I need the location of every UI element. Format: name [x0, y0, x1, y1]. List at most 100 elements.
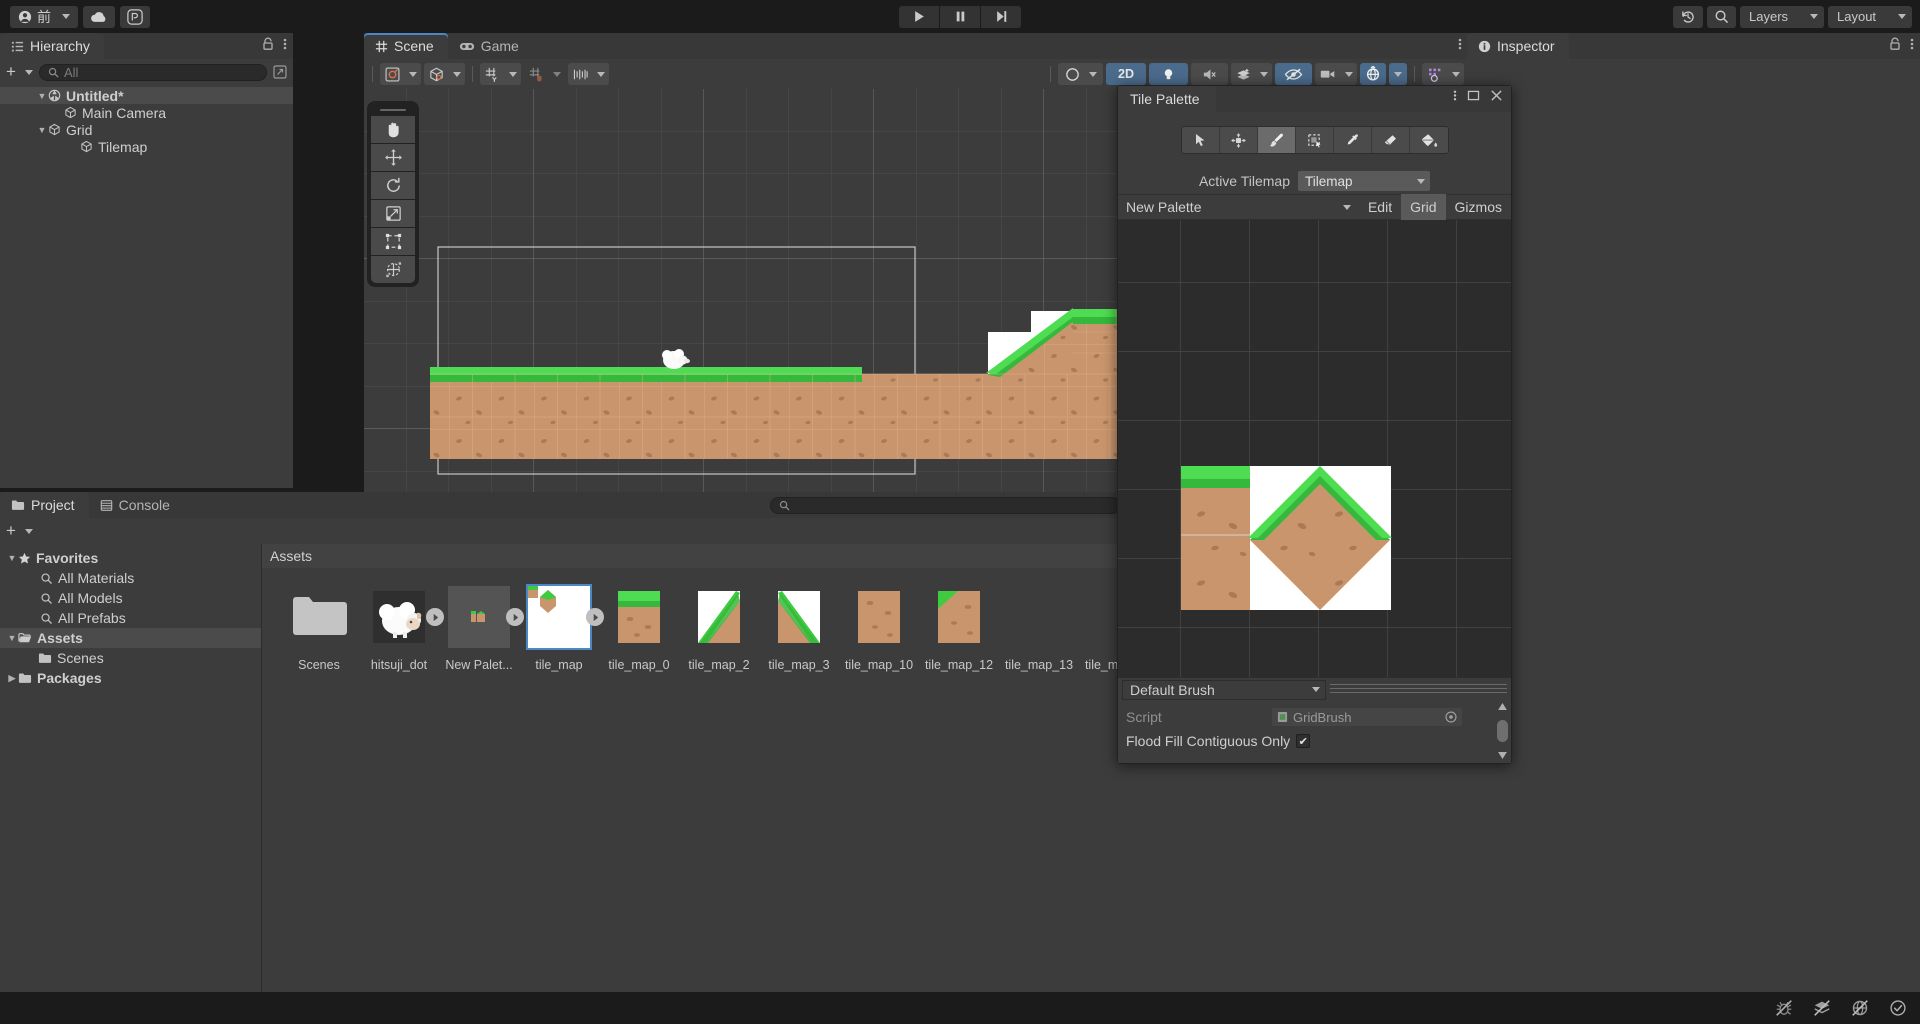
scale-tool-button[interactable]: [371, 200, 415, 227]
tile-palette-titlebar[interactable]: Tile Palette: [1118, 86, 1511, 112]
palette-edit-button[interactable]: Edit: [1359, 194, 1401, 220]
hierarchy-item-untitled[interactable]: ▼ Untitled*: [0, 87, 293, 104]
flood-fill-tool-button[interactable]: [1410, 127, 1448, 153]
layers-muted-icon[interactable]: [1812, 998, 1832, 1018]
hierarchy-item-grid[interactable]: ▼ Grid: [0, 121, 293, 138]
paint-brush-tool-button[interactable]: [1258, 127, 1296, 153]
tab-scene[interactable]: Scene: [364, 33, 448, 59]
chevron-down-icon[interactable]: [1345, 72, 1353, 77]
sheep-sprite[interactable]: [659, 345, 693, 373]
chevron-down-icon[interactable]: [1089, 72, 1097, 77]
2d-toggle-button[interactable]: 2D: [1106, 63, 1146, 85]
chevron-down-icon[interactable]: ▼: [6, 633, 18, 643]
project-tree-all-models[interactable]: All Models: [0, 588, 261, 608]
scene-audio-button[interactable]: [1191, 63, 1228, 85]
snap-increment-button[interactable]: [568, 63, 609, 85]
scene-effects-button[interactable]: [1231, 63, 1272, 85]
tab-game[interactable]: Game: [448, 33, 533, 59]
object-picker-icon[interactable]: [1445, 711, 1457, 723]
tools-drag-handle[interactable]: [371, 105, 415, 115]
asset-item-hitsuji-dot[interactable]: hitsuji_dot: [368, 586, 430, 992]
draw-mode-button[interactable]: [380, 63, 421, 85]
kebab-menu-icon[interactable]: [1458, 37, 1462, 51]
layout-dropdown[interactable]: Layout: [1828, 6, 1912, 28]
select-tool-button[interactable]: [1182, 127, 1220, 153]
eraser-tool-button[interactable]: [1372, 127, 1410, 153]
hidden-objects-button[interactable]: [1275, 63, 1312, 85]
move-tool-button[interactable]: [1220, 127, 1258, 153]
project-search-input[interactable]: [770, 497, 1120, 514]
kebab-menu-icon[interactable]: [283, 37, 287, 51]
palette-gizmos-button[interactable]: Gizmos: [1446, 194, 1511, 220]
asset-item-tile-map-10[interactable]: tile_map_10: [848, 586, 910, 992]
asset-item-tile-map[interactable]: tile_map: [528, 586, 590, 992]
grid-snap-button[interactable]: [524, 63, 565, 85]
chevron-down-icon[interactable]: [1452, 72, 1460, 77]
rotate-tool-button[interactable]: [371, 172, 415, 199]
expand-sub-assets-button[interactable]: [506, 608, 524, 626]
project-tree-assets[interactable]: ▼ Assets: [0, 628, 261, 648]
asset-item-tile-map-13[interactable]: tile_map_13: [1008, 586, 1070, 992]
chevron-down-icon[interactable]: ▼: [36, 125, 48, 135]
asset-item-tile-map-0[interactable]: tile_map_0: [608, 586, 670, 992]
asset-item-tile-map-12[interactable]: tile_map_12: [928, 586, 990, 992]
hierarchy-search-input[interactable]: All: [39, 64, 267, 81]
scene-fx-button[interactable]: [1058, 63, 1103, 85]
chevron-down-icon[interactable]: [409, 72, 417, 77]
chevron-down-icon[interactable]: [553, 72, 561, 77]
lock-icon[interactable]: [1889, 37, 1901, 51]
tile-palette-tab[interactable]: Tile Palette: [1118, 86, 1216, 112]
tab-inspector[interactable]: Inspector: [1467, 33, 1569, 59]
brush-dropdown[interactable]: Default Brush: [1122, 680, 1326, 700]
play-button[interactable]: [899, 6, 939, 28]
project-tree-favorites[interactable]: ▼ Favorites: [0, 548, 261, 568]
check-circle-icon[interactable]: [1888, 998, 1908, 1018]
expand-sub-assets-button[interactable]: [586, 608, 604, 626]
box-fill-tool-button[interactable]: [1296, 127, 1334, 153]
hierarchy-expand-icon[interactable]: [273, 65, 287, 79]
hand-tool-button[interactable]: [371, 116, 415, 143]
transform-tool-button[interactable]: [371, 256, 415, 283]
tab-project[interactable]: Project: [0, 492, 89, 518]
brush-script-field[interactable]: GridBrush: [1272, 708, 1462, 726]
chevron-down-icon[interactable]: [597, 72, 605, 77]
palette-canvas[interactable]: [1118, 220, 1511, 677]
asset-item-scenes[interactable]: Scenes: [288, 586, 350, 992]
project-add-button[interactable]: +: [6, 524, 33, 538]
cloud-button[interactable]: [83, 6, 115, 28]
palette-grid-button[interactable]: Grid: [1401, 194, 1445, 220]
maximize-icon[interactable]: [1467, 89, 1480, 102]
shading-mode-button[interactable]: [424, 63, 465, 85]
active-tilemap-dropdown[interactable]: Tilemap: [1298, 171, 1430, 191]
step-button[interactable]: [981, 6, 1021, 28]
project-tree-all-prefabs[interactable]: All Prefabs: [0, 608, 261, 628]
tab-hierarchy[interactable]: Hierarchy: [0, 33, 104, 59]
picker-tool-button[interactable]: [1334, 127, 1372, 153]
chevron-down-icon[interactable]: [509, 72, 517, 77]
kebab-menu-icon[interactable]: [1910, 37, 1914, 51]
hierarchy-add-button[interactable]: +: [6, 65, 33, 79]
asset-item-tile-map-3[interactable]: tile_map_3: [768, 586, 830, 992]
palette-dropdown[interactable]: New Palette: [1118, 199, 1359, 215]
account-button[interactable]: 前: [10, 6, 78, 28]
project-tree-scenes[interactable]: Scenes: [0, 648, 261, 668]
scene-lighting-button[interactable]: [1149, 63, 1188, 85]
layers-dropdown[interactable]: Layers: [1740, 6, 1824, 28]
chevron-down-icon[interactable]: [1394, 72, 1402, 77]
chevron-down-icon[interactable]: [1260, 72, 1268, 77]
brush-resize-handle[interactable]: [1330, 684, 1507, 696]
gizmos-button[interactable]: [1360, 63, 1386, 85]
close-icon[interactable]: [1490, 89, 1503, 102]
unity-services-button[interactable]: [120, 6, 150, 28]
scene-camera-button[interactable]: [1315, 63, 1357, 85]
pause-button[interactable]: [940, 6, 980, 28]
hierarchy-item-main-camera[interactable]: Main Camera: [0, 104, 293, 121]
component-visibility-button[interactable]: [1422, 63, 1464, 85]
move-tool-button[interactable]: [371, 144, 415, 171]
hierarchy-item-tilemap[interactable]: Tilemap: [0, 138, 293, 155]
grid-axis-button[interactable]: [480, 63, 521, 85]
asset-item-new-palette[interactable]: New Palet...: [448, 586, 510, 992]
rect-tool-button[interactable]: [371, 228, 415, 255]
expand-sub-assets-button[interactable]: [426, 608, 444, 626]
bug-muted-icon[interactable]: [1774, 998, 1794, 1018]
